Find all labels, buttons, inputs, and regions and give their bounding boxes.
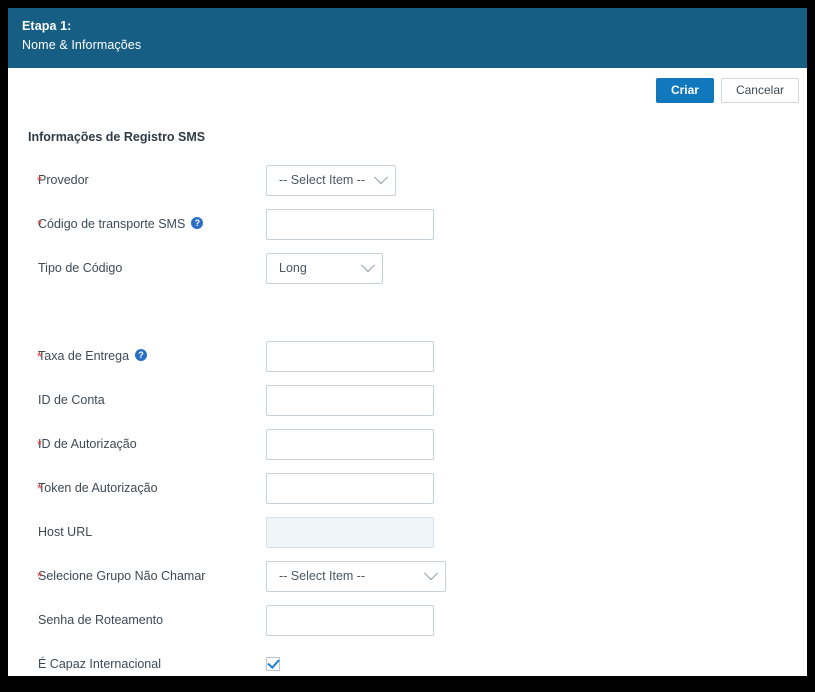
select-value: -- Select Item -- [279,569,366,583]
field-label: ID de Autorização [38,437,137,451]
window-frame: Etapa 1: Nome & Informações Criar Cancel… [0,0,815,692]
chevron-down-icon [373,170,389,185]
form-row-token-de-autorizacao: * Token de Autorização [8,466,807,510]
field-label-cell: * Token de Autorização [8,481,266,495]
form-row-provedor: * Provedor -- Select Item -- [8,158,807,202]
help-icon[interactable]: ? [135,349,148,361]
wizard-step-header: Etapa 1: Nome & Informações [8,8,807,68]
checkbox-e-capaz-internacional[interactable] [266,656,280,671]
input-taxa-de-entrega[interactable] [266,340,434,372]
select-value: Long [279,261,307,275]
field-label: Senha de Roteamento [38,613,164,627]
field-label-cell: * ID de Autorização [8,437,266,451]
input-id-de-conta[interactable] [266,384,434,416]
form-row-id-de-conta: ID de Conta [8,378,807,422]
input-codigo-de-transporte-sms[interactable] [266,208,434,240]
field-label-cell: * Provedor [8,173,266,187]
field-control-cell: Long [266,252,383,284]
field-control-cell [266,472,434,504]
step-title: Nome & Informações [22,38,142,52]
field-label: Selecione Grupo Não Chamar [38,569,206,583]
cancel-button[interactable]: Cancelar [720,78,799,103]
field-control-cell [266,656,280,671]
form-row-tipo-de-codigo: Tipo de Código Long [8,246,807,290]
field-label-cell: * Taxa de Entrega? [8,349,266,363]
wizard-page: Etapa 1: Nome & Informações Criar Cancel… [8,8,807,676]
field-control-cell [266,604,434,636]
section-title: Informações de Registro SMS [28,130,206,144]
required-marker: * [37,173,43,189]
field-label: Tipo de Código [38,261,123,275]
field-label: Código de transporte SMS [38,217,186,231]
required-marker: * [37,349,43,365]
input-senha-de-roteamento[interactable] [266,604,434,636]
input-token-de-autorizacao[interactable] [266,472,434,504]
field-label-cell: * Código de transporte SMS? [8,217,266,231]
field-control-cell [266,516,434,548]
required-marker: * [37,569,43,585]
field-label: ID de Conta [38,393,105,407]
field-control-cell [266,384,434,416]
field-label-cell: ID de Conta [8,393,266,407]
form-area: Informações de Registro SMS * Provedor -- … [8,126,807,676]
form-row-senha-de-roteamento: Senha de Roteamento [8,598,807,642]
required-marker: * [37,217,43,233]
field-label: É Capaz Internacional [38,657,161,671]
check-icon [267,656,280,669]
required-marker: * [37,481,43,497]
chevron-down-icon [360,258,376,273]
help-icon[interactable]: ? [191,217,204,229]
field-label: Token de Autorização [38,481,158,495]
select-value: -- Select Item -- [279,173,366,187]
form-row-selecione-grupo-nao-chamar: * Selecione Grupo Não Chamar -- Select Ite… [8,554,807,598]
field-label-cell: Senha de Roteamento [8,613,266,627]
field-label-cell: É Capaz Internacional [8,657,266,671]
field-label: Taxa de Entrega [38,349,130,363]
field-label-cell: * Selecione Grupo Não Chamar [8,569,266,583]
field-label-cell: Tipo de Código [8,261,266,275]
form-row-e-capaz-internacional: É Capaz Internacional [8,642,807,676]
form-row-codigo-de-transporte-sms: * Código de transporte SMS? [8,202,807,246]
select-tipo-de-codigo[interactable]: Long [266,252,383,284]
field-control-cell [266,340,434,372]
field-control-cell: -- Select Item -- [266,164,396,196]
select-provedor[interactable]: -- Select Item -- [266,164,396,196]
action-bar: Criar Cancelar [655,78,799,103]
input-id-de-autorizacao[interactable] [266,428,434,460]
form-row-host-url: Host URL [8,510,807,554]
select-selecione-grupo-nao-chamar[interactable]: -- Select Item -- [266,560,446,592]
form-rows: * Provedor -- Select Item -- * Código de tra… [8,158,807,676]
field-label: Provedor [38,173,89,187]
field-label-cell: Host URL [8,525,266,539]
form-row-taxa-de-entrega: * Taxa de Entrega? [8,334,807,378]
step-number: Etapa 1: [22,19,72,33]
field-control-cell [266,428,434,460]
form-row-spacer [8,290,807,334]
input-host-url [266,516,434,548]
create-button[interactable]: Criar [655,78,714,103]
required-marker: * [37,437,43,453]
field-control-cell [266,208,434,240]
field-label: Host URL [38,525,93,539]
form-row-id-de-autorizacao: * ID de Autorização [8,422,807,466]
chevron-down-icon [423,566,439,581]
field-control-cell: -- Select Item -- [266,560,446,592]
